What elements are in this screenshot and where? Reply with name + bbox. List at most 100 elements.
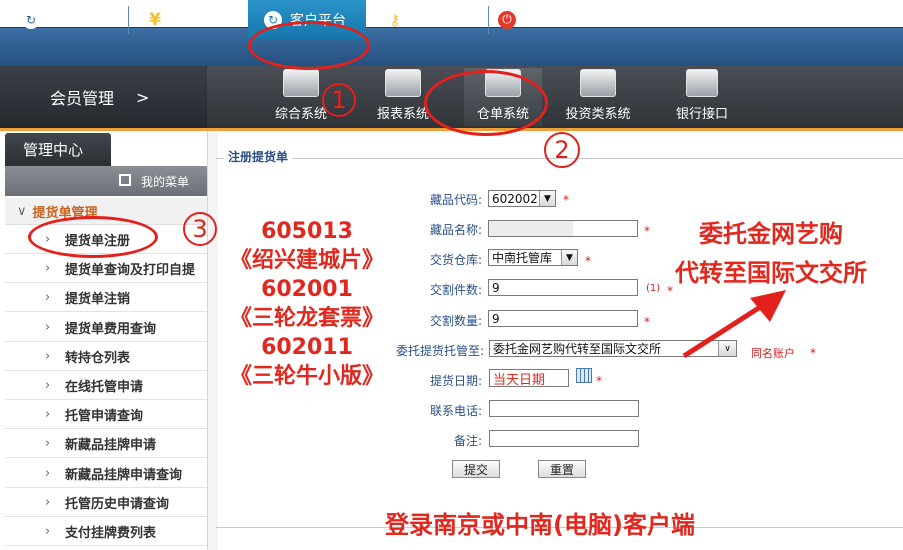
nav-market-home[interactable]: ↻ 市场主页 [22,0,140,39]
code-label: 藏品代码: [429,193,482,207]
sidebar-item-label: 在线托管申请 [65,380,144,395]
phone-label: 联系电话: [429,404,482,418]
system-bank-interface[interactable]: 银行接口 [663,68,741,126]
required-mark: * [644,224,650,238]
chevron-down-icon[interactable]: ▼ [539,191,555,206]
quantity-label: 交割数量: [429,314,482,328]
sidebar-item[interactable]: › 新藏品挂牌申请 [5,430,207,458]
my-menu-bar: 我的菜单 [5,166,207,196]
key-icon: ⚷ [389,10,401,29]
calendar-icon[interactable] [576,368,592,383]
pieces-field-value: 9 [492,280,500,295]
step-number-3: 3 [183,212,217,246]
sidebar-item[interactable]: › 提货单费用查询 [5,314,207,342]
chevron-right-icon: › [45,290,51,305]
sidebar-item[interactable]: › 提货单注销 [5,284,207,312]
sidebar-item-label: 新藏品挂牌申请 [65,438,157,453]
required-mark: * [596,374,602,388]
nav-divider [128,6,129,34]
sidebar-item-label: 提货单查询及打印自提 [65,263,196,278]
code-line: 605013 [261,219,353,244]
entrust-label: 委托提货托管至: [395,344,484,358]
code-line: 《三轮牛小版》 [229,364,384,389]
arrow-head [750,290,786,322]
phone-field[interactable] [489,400,639,417]
quantity-field-value: 9 [492,311,500,326]
yen-icon: ¥ [149,9,161,30]
chevron-right-icon: › [45,349,51,364]
warehouse-select[interactable]: 中南托管库 ▼ [488,249,578,266]
nav-listing-trade[interactable]: ¥ 挂牌交易 [146,0,246,39]
member-management-section[interactable]: 会员管理 > [0,66,207,128]
chevron-right-icon: > [136,87,150,107]
entrust-note-line1: 委托金网艺购 [699,220,843,248]
code-select[interactable]: 602002 ▼ [488,190,556,207]
sidebar-item[interactable]: › 托管历史申请查询 [5,489,207,517]
form-legend: 注册提货单 [224,148,293,165]
management-center-label: 管理中心 [23,141,84,159]
remark-field[interactable] [489,430,639,447]
nav-change-password[interactable]: ⚷ 修改密码 [386,0,486,39]
system-investment[interactable]: 投资类系统 [556,68,640,126]
bank-plus-icon [686,69,718,97]
chevron-right-icon: › [45,407,51,422]
sidebar-item[interactable]: › 转持仓列表 [5,343,207,371]
system-reports-label: 报表系统 [376,107,429,122]
member-management-label: 会员管理 [50,89,115,108]
sidebar-item-label: 支付挂牌费列表 [65,526,157,541]
windows-stack-icon [283,69,319,97]
nav-logout[interactable]: ⏻ 退 出 [498,0,608,39]
name-field[interactable] [488,220,638,237]
redacted-block [489,221,573,236]
power-icon: ⏻ [498,10,516,29]
code-select-value: 602002 [492,191,538,206]
submit-button[interactable]: 提交 [452,460,500,478]
date-field[interactable]: 当天日期 [489,369,569,387]
bottom-login-note: 登录南京或中南(电脑)客户端 [385,511,695,539]
nav-logout-label: 退 出 [524,12,580,29]
sidebar-item-label: 转持仓列表 [65,351,131,366]
entrust-select-value: 委托金网艺购代转至国际文交所 [493,342,662,356]
nav-market-home-label: 市场主页 [48,12,104,29]
required-mark: * [585,254,591,268]
chevron-down-icon[interactable]: ▼ [561,250,577,265]
nav-divider [488,6,489,34]
sidebar-item-label: 提货单费用查询 [65,322,157,337]
warehouse-label: 交货仓库: [429,253,482,267]
sidebar-item-label: 新藏品挂牌申请查询 [65,468,183,483]
code-line: 602011 [261,335,353,360]
chevron-right-icon: › [45,320,51,335]
sidebar-item[interactable]: › 在线托管申请 [5,372,207,400]
chevron-right-icon: › [45,378,51,393]
dollar-document-icon [580,69,616,97]
folder-icon [385,69,421,97]
nav-listing-trade-label: 挂牌交易 [172,12,228,29]
code-line: 《三轮龙套票》 [229,306,384,331]
my-menu-link[interactable]: 我的菜单 [141,173,189,190]
chevron-right-icon: › [45,436,51,451]
system-investment-label: 投资类系统 [565,107,631,122]
annotation-arrow [682,290,786,359]
sidebar-item[interactable]: › 支付挂牌费列表 [5,518,207,546]
sidebar-item-label: 托管申请查询 [65,409,144,424]
sidebar-item[interactable]: › 提货单查询及打印自提 [5,255,207,283]
management-center-tab[interactable]: 管理中心 [5,133,111,166]
chevron-down-icon: ∨ [17,203,27,219]
reset-button[interactable]: 重置 [538,460,586,478]
highlight-circle [424,70,548,136]
sidebar-item-label: 托管历史申请查询 [65,497,170,512]
chevron-right-icon: › [45,524,51,539]
quantity-field[interactable]: 9 [488,310,638,327]
nav-change-password-label: 修改密码 [412,12,468,29]
highlight-circle [248,21,370,70]
pieces-field[interactable]: 9 [488,279,638,296]
chevron-right-icon: › [45,261,51,276]
system-bank-interface-label: 银行接口 [675,107,728,122]
sidebar-item[interactable]: › 新藏品挂牌申请查询 [5,460,207,488]
code-line: 602001 [261,277,353,302]
required-mark: * [644,315,650,329]
sidebar-item[interactable]: › 托管申请查询 [5,401,207,429]
menu-bookmark-icon [119,174,131,186]
step-number-2: 2 [544,132,580,168]
date-label: 提货日期: [429,374,482,388]
